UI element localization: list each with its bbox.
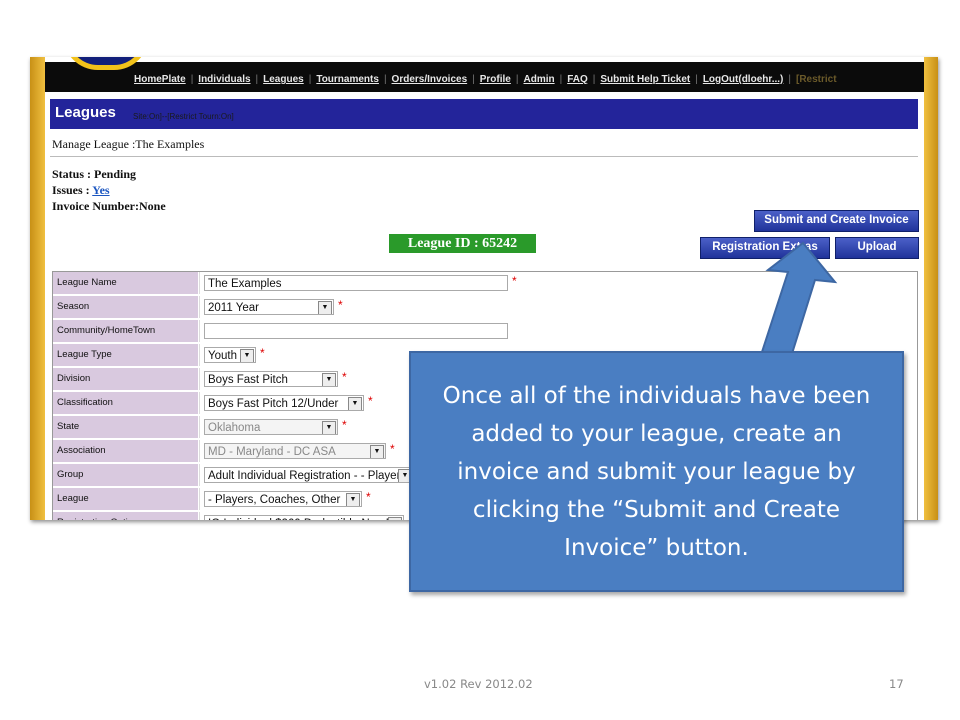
arrow-shape: [760, 241, 838, 362]
callout-text: Once all of the individuals have been ad…: [442, 382, 871, 561]
instruction-callout: Once all of the individuals have been ad…: [409, 351, 904, 592]
page-number: 17: [889, 677, 904, 691]
version-footer: v1.02 Rev 2012.02: [424, 677, 533, 691]
